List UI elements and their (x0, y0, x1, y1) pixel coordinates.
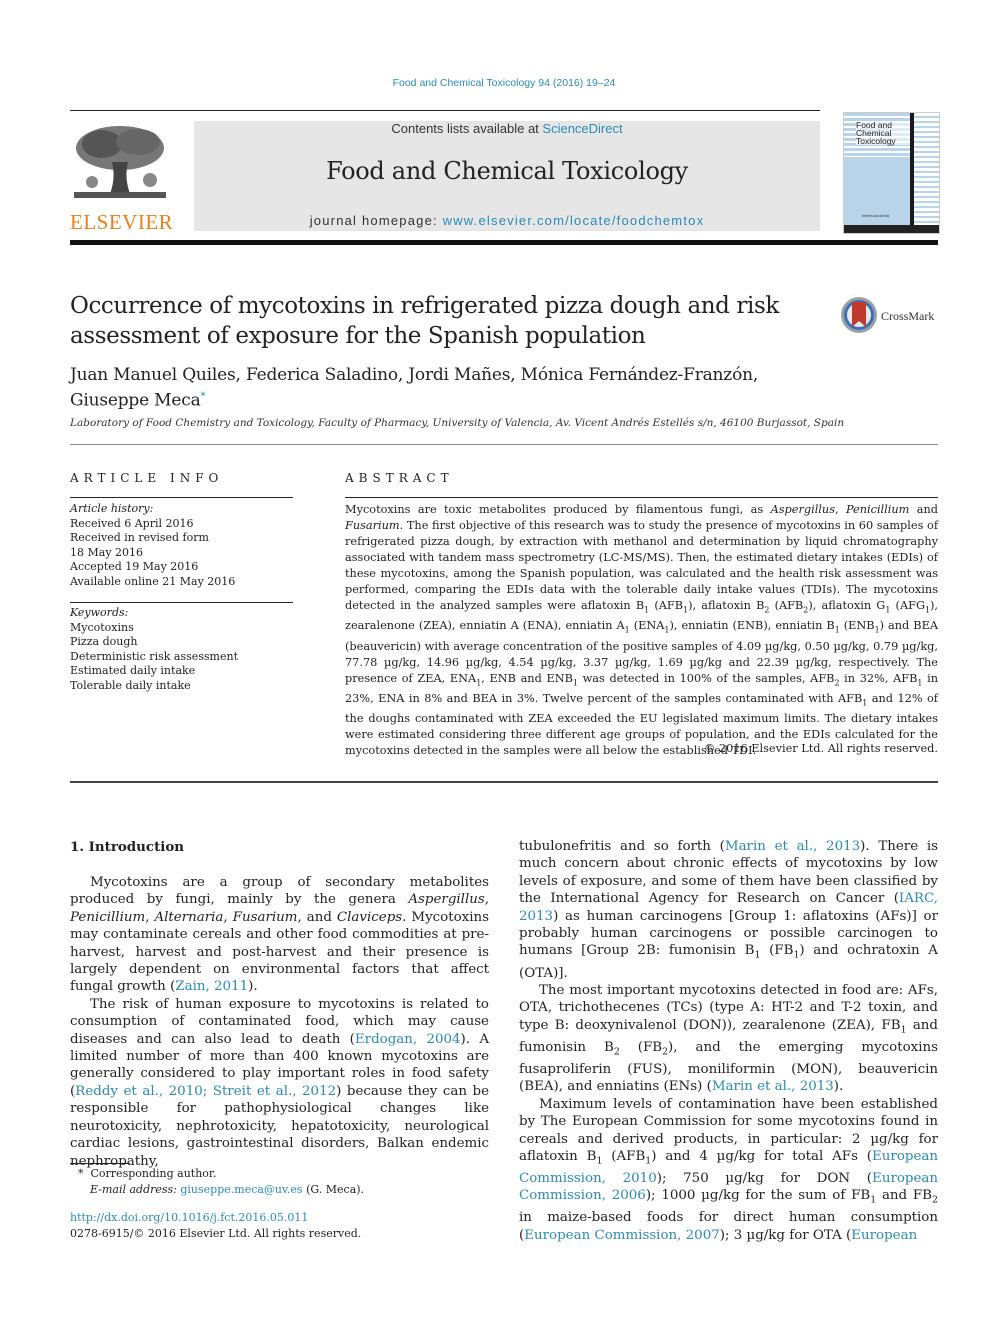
body-column-right: tubulonefritis and so forth (Marin et al… (519, 838, 938, 1244)
abstract-copyright: © 2016 Elsevier Ltd. All rights reserved… (704, 742, 938, 755)
abstract-rule (345, 497, 938, 498)
author-list: Juan Manuel Quiles, Federica Saladino, J… (70, 364, 810, 412)
homepage-line: journal homepage: www.elsevier.com/locat… (194, 213, 820, 228)
keyword: Tolerable daily intake (70, 678, 191, 692)
corresponding-author-note: * Corresponding author. (78, 1167, 217, 1180)
abstract-text: Mycotoxins are toxic metabolites produce… (345, 503, 939, 757)
citation-link[interactable]: European (851, 1228, 917, 1243)
history-item: Accepted 19 May 2016 (70, 560, 199, 573)
keywords-rule (70, 602, 293, 603)
paragraph: The risk of human exposure to mycotoxins… (70, 996, 489, 1169)
crossmark-button[interactable]: CrossMark (840, 296, 940, 336)
email-line: E-mail address: giuseppe.meca@uv.es (G. … (90, 1183, 365, 1196)
corresponding-author-link[interactable]: * (201, 391, 206, 402)
elsevier-logo[interactable]: ELSEVIER (68, 118, 174, 234)
journal-title: Food and Chemical Toxicology (326, 157, 688, 185)
article-info-rule (70, 497, 293, 498)
history-item: Available online 21 May 2016 (70, 574, 236, 588)
affiliation: Laboratory of Food Chemistry and Toxicol… (70, 417, 845, 429)
history-item: 18 May 2016 (70, 545, 144, 559)
article-history: Article history: Received 6 April 2016 R… (70, 502, 293, 589)
citation-link[interactable]: Zain, 2011 (175, 979, 248, 994)
journal-cover-thumbnail[interactable]: Food and Chemical Toxicology InterKoord/… (843, 112, 940, 234)
contents-line: Contents lists available at ScienceDirec… (194, 121, 820, 136)
keywords: Keywords: Mycotoxins Pizza dough Determi… (70, 606, 293, 693)
section-heading-introduction: 1. Introduction (70, 839, 185, 855)
email-link[interactable]: giuseppe.meca@uv.es (180, 1183, 302, 1196)
article-info-heading: ARTICLE INFO (70, 471, 224, 485)
crossmark-icon (841, 297, 877, 333)
keyword: Deterministic risk assessment (70, 649, 238, 663)
footnote: * Corresponding author. E-mail address: … (78, 1166, 498, 1198)
citation-link[interactable]: Erdogan, 2004 (355, 1032, 461, 1047)
history-item: Received 6 April 2016 (70, 516, 194, 530)
cover-title: Food and Chemical Toxicology (856, 121, 910, 145)
top-rule (70, 110, 820, 111)
journal-banner: Contents lists available at ScienceDirec… (194, 121, 820, 231)
elsevier-tree-icon (72, 122, 168, 200)
keywords-label: Keywords: (70, 606, 129, 619)
citation-link[interactable]: Marin et al., 2013 (725, 839, 860, 854)
keyword: Pizza dough (70, 635, 138, 648)
contents-prefix: Contents lists available at (391, 121, 543, 136)
affiliation-rule (70, 444, 938, 445)
article-title: Occurrence of mycotoxins in refrigerated… (70, 293, 779, 349)
paragraph: Maximum levels of contamination have bee… (519, 1096, 939, 1243)
cover-foot: InterKoord/vela (862, 213, 890, 218)
citation-link[interactable]: European Commission, 2007 (524, 1228, 720, 1243)
doi-link[interactable]: http://dx.doi.org/10.1016/j.fct.2016.05.… (70, 1211, 308, 1224)
paragraph: tubulonefritis and so forth (Marin et al… (519, 839, 938, 981)
history-item: Received in revised form (70, 531, 209, 544)
journal-citation-link[interactable]: Food and Chemical Toxicology 94 (2016) 1… (0, 77, 992, 89)
paragraph: Mycotoxins are a group of secondary meta… (70, 875, 490, 995)
issn-line: 0278-6915/© 2016 Elsevier Ltd. All right… (70, 1227, 362, 1240)
keyword: Mycotoxins (70, 620, 134, 634)
citation-link[interactable]: Marin et al., 2013 (712, 1079, 834, 1094)
journal-homepage-link[interactable]: www.elsevier.com/locate/foodchemtox (443, 213, 705, 228)
header-rule (70, 240, 938, 245)
paragraph: The most important mycotoxins detected i… (519, 982, 938, 1095)
elsevier-wordmark: ELSEVIER (70, 210, 174, 234)
cover-bottom-bar (844, 225, 939, 233)
body-column-left: Mycotoxins are a group of secondary meta… (70, 874, 489, 1170)
abstract-bottom-rule (70, 781, 938, 783)
homepage-prefix: journal homepage: (309, 213, 443, 228)
cover-contents-strip (914, 113, 939, 225)
sciencedirect-link[interactable]: ScienceDirect (542, 121, 622, 136)
doi-block: http://dx.doi.org/10.1016/j.fct.2016.05.… (70, 1210, 490, 1242)
keyword: Estimated daily intake (70, 664, 196, 677)
history-label: Article history: (70, 502, 154, 515)
citation-link[interactable]: Reddy et al., 2010; Streit et al., 2012 (75, 1084, 336, 1099)
authors-text: Juan Manuel Quiles, Federica Saladino, J… (70, 365, 759, 411)
footnote-rule (70, 1163, 130, 1164)
abstract-heading: ABSTRACT (345, 471, 454, 485)
crossmark-label: CrossMark (881, 309, 935, 323)
